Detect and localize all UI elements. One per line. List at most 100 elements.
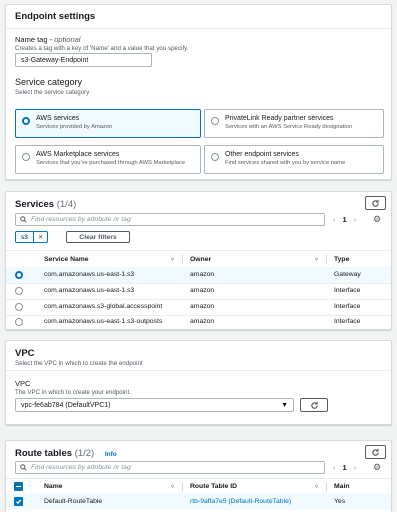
table-divider: [6, 250, 391, 251]
refresh-icon: [310, 401, 318, 409]
table-row[interactable]: Default-RouteTable rtb-9affa7e5 (Default…: [6, 494, 391, 510]
vpc-description: Select the VPC in which to create the en…: [15, 360, 143, 367]
column-divider: [326, 482, 327, 491]
vpc-selected-value: vpc-fe6ab784 (DefaultVPC1): [21, 401, 111, 409]
service-type: Interface: [334, 287, 361, 294]
info-link[interactable]: Info: [105, 451, 117, 458]
route-tables-title-wrap: Route tables (1/2) Info: [15, 448, 117, 459]
prev-page-icon[interactable]: ‹: [333, 215, 336, 224]
column-service-name[interactable]: Service Name: [44, 256, 89, 263]
category-aws-marketplace[interactable]: AWS Marketplace services Services that y…: [15, 145, 201, 174]
page-number[interactable]: 1: [343, 463, 347, 472]
row-radio[interactable]: [15, 303, 23, 311]
column-route-table-id[interactable]: Route Table ID: [190, 483, 237, 490]
table-row[interactable]: com.amazonaws.us-east-1.s3-outposts amaz…: [6, 315, 391, 329]
route-table-main: Yes: [334, 498, 346, 505]
clear-filters-button[interactable]: Clear filters: [66, 231, 130, 243]
column-name[interactable]: Name: [44, 483, 63, 490]
category-title: AWS services: [36, 115, 80, 122]
panel-divider: [6, 370, 391, 371]
row-radio[interactable]: [15, 271, 23, 279]
sort-down-icon[interactable]: ▿: [315, 256, 318, 263]
name-tag-optional: optional: [54, 35, 81, 44]
route-tables-search-input[interactable]: Find resources by attribute or tag: [15, 461, 325, 474]
service-owner: amazon: [190, 271, 215, 278]
sort-down-icon[interactable]: ▿: [315, 483, 318, 490]
services-title: Services: [15, 199, 55, 210]
service-owner: amazon: [190, 287, 215, 294]
route-tables-refresh-button[interactable]: [365, 445, 386, 459]
next-page-icon[interactable]: ›: [354, 215, 357, 224]
filter-token: s3 ✕: [15, 231, 49, 243]
vpc-select[interactable]: vpc-fe6ab784 (DefaultVPC1) ▼: [15, 398, 294, 412]
services-refresh-button[interactable]: [365, 196, 386, 210]
row-radio[interactable]: [15, 318, 23, 326]
prev-page-icon[interactable]: ‹: [333, 463, 336, 472]
services-search-input[interactable]: Find resources by attribute or tag: [15, 213, 325, 226]
category-description: Services provided by Amazon: [36, 124, 113, 130]
category-title: AWS Marketplace services: [36, 151, 120, 158]
endpoint-settings-header: Endpoint settings: [6, 5, 391, 29]
column-type[interactable]: Type: [334, 256, 349, 263]
name-tag-description: Creates a tag with a key of 'Name' and a…: [15, 45, 189, 52]
radio-aws-services[interactable]: [22, 117, 30, 125]
services-search-placeholder: Find resources by attribute or tag: [31, 216, 131, 223]
radio-privatelink-partner[interactable]: [211, 117, 219, 125]
page-number[interactable]: 1: [343, 215, 347, 224]
route-table-id-link[interactable]: rtb-9affa7e5 (Default-RouteTable): [190, 498, 291, 505]
name-tag-label-text: Name tag: [15, 35, 48, 44]
table-row[interactable]: com.amazonaws.us-east-1.s3 amazon Gatewa…: [6, 267, 391, 283]
row-checkbox[interactable]: [14, 497, 23, 506]
service-name: com.amazonaws.us-east-1.s3: [44, 287, 135, 294]
vpc-panel: VPC Select the VPC in which to create th…: [5, 340, 392, 425]
vpc-field-description: The VPC in which to create your endpoint…: [15, 389, 131, 396]
refresh-icon: [372, 199, 379, 207]
category-description: Services that you've purchased through A…: [36, 160, 186, 166]
route-tables-title: Route tables: [15, 448, 73, 459]
table-row[interactable]: com.amazonaws.s3-global.accesspoint amaz…: [6, 299, 391, 315]
name-tag-input[interactable]: s3-Gateway-Endpoint: [15, 53, 152, 67]
row-radio[interactable]: [15, 287, 23, 295]
vpc-title: VPC: [15, 348, 35, 359]
select-all-checkbox[interactable]: [14, 482, 23, 491]
gear-icon[interactable]: ⚙: [373, 214, 381, 225]
column-main[interactable]: Main: [334, 483, 349, 490]
route-tables-count: (1/2): [74, 448, 95, 459]
column-divider: [182, 482, 183, 491]
table-divider: [6, 478, 391, 479]
category-aws-services[interactable]: AWS services Services provided by Amazon: [15, 109, 201, 138]
gear-icon[interactable]: ⚙: [373, 462, 381, 473]
vpc-field-label: VPC: [15, 379, 31, 388]
remove-filter-icon[interactable]: ✕: [32, 232, 47, 242]
name-tag-value: s3-Gateway-Endpoint: [21, 56, 89, 64]
service-owner: amazon: [190, 318, 215, 325]
radio-other-endpoint[interactable]: [211, 153, 219, 161]
service-name: com.amazonaws.us-east-1.s3: [44, 271, 135, 278]
name-tag-label: Name tag - optional: [15, 35, 81, 44]
radio-aws-marketplace[interactable]: [22, 153, 30, 161]
services-count: (1/4): [56, 199, 77, 210]
category-description: Services with an AWS Service Ready desig…: [225, 124, 353, 130]
category-title: PrivateLink Ready partner services: [225, 115, 334, 122]
service-name: com.amazonaws.s3-global.accesspoint: [44, 303, 163, 310]
search-icon: [20, 216, 27, 223]
sort-down-icon[interactable]: ▿: [171, 256, 174, 263]
service-name: com.amazonaws.us-east-1.s3-outposts: [44, 318, 163, 325]
caret-down-icon: ▼: [281, 401, 288, 409]
category-privatelink-partner[interactable]: PrivateLink Ready partner services Servi…: [204, 109, 384, 138]
service-type: Interface: [334, 303, 361, 310]
next-page-icon[interactable]: ›: [354, 463, 357, 472]
filter-token-label: s3: [16, 232, 33, 242]
category-description: Find services shared with you by service…: [225, 160, 346, 166]
dash-icon: [16, 485, 21, 488]
vpc-refresh-button[interactable]: [300, 398, 328, 412]
column-owner[interactable]: Owner: [190, 256, 211, 263]
service-type: Interface: [334, 318, 361, 325]
category-other-endpoint[interactable]: Other endpoint services Find services sh…: [204, 145, 384, 174]
table-row[interactable]: com.amazonaws.us-east-1.s3 amazon Interf…: [6, 283, 391, 299]
clear-filters-label: Clear filters: [79, 233, 117, 241]
route-tables-pagination: ‹ 1 ›: [333, 463, 356, 472]
service-type: Gateway: [334, 271, 361, 278]
column-divider: [326, 255, 327, 264]
sort-down-icon[interactable]: ▿: [171, 483, 174, 490]
